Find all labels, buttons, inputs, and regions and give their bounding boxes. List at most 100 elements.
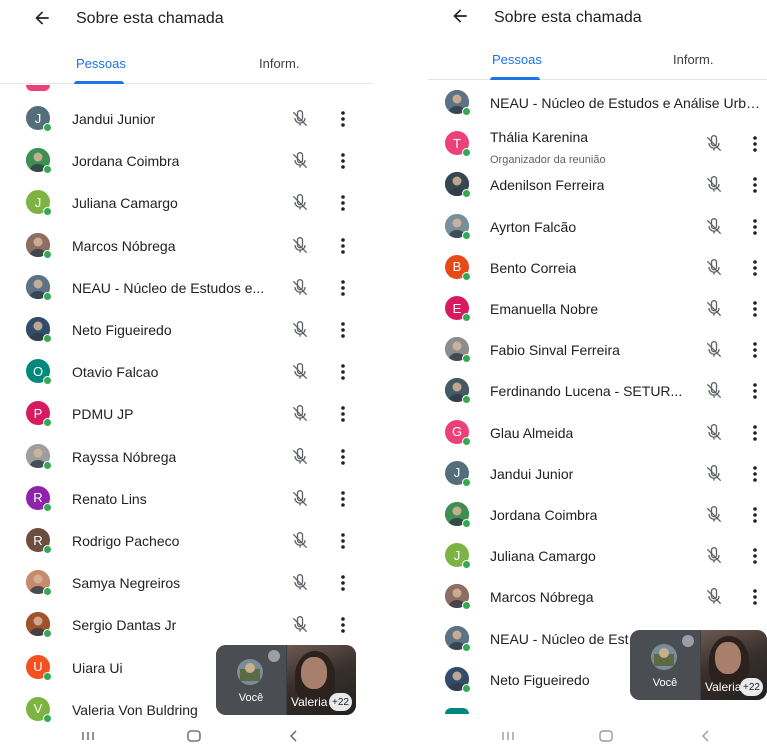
participant-name: Jordana Coimbra [490,507,598,523]
participant-row[interactable]: Marcos Nóbrega [0,227,372,268]
more-vert-icon[interactable] [749,464,761,484]
participant-row[interactable]: Neto Figueiredo [0,311,372,352]
more-vert-icon[interactable] [749,175,761,195]
more-vert-icon[interactable] [749,258,761,278]
participant-row[interactable]: R Rodrigo Pacheco [0,522,372,563]
mic-off-icon[interactable] [704,464,724,484]
avatar-initial: E [452,300,462,316]
recents-icon[interactable] [500,730,516,742]
avatar-initial: B [452,259,462,275]
mic-off-icon[interactable] [290,320,310,340]
more-vert-icon[interactable] [337,278,349,298]
participant-row[interactable]: J Jandui Junior [0,100,372,141]
more-vert-icon[interactable] [337,320,349,340]
participant-row[interactable]: O Otavio Falcao [0,353,372,394]
mic-off-icon[interactable] [704,175,724,195]
video-pip[interactable]: Você Valeria +22 [630,630,767,700]
participant-row[interactable]: Sergio Dantas Jr [0,606,372,647]
more-vert-icon[interactable] [749,587,761,607]
more-vert-icon[interactable] [337,531,349,551]
mic-off-icon[interactable] [704,340,724,360]
participant-row[interactable]: J Juliana Camargo [0,184,372,225]
participant-name: NEAU - Núcleo de Estudos e Análise Urba.… [490,95,765,111]
mic-off-icon[interactable] [704,505,724,525]
participant-row[interactable]: Jordana Coimbra [428,496,767,537]
participant-row[interactable]: G Glau Almeida [428,414,767,455]
more-vert-icon[interactable] [337,615,349,635]
mic-off-icon[interactable] [290,362,310,382]
tab-inform[interactable]: Inform. [259,56,299,71]
recents-icon[interactable] [80,730,96,742]
participant-row[interactable]: E Emanuella Nobre [428,290,767,331]
home-icon[interactable] [598,730,614,742]
mic-off-icon[interactable] [704,423,724,443]
mic-off-icon[interactable] [290,236,310,256]
mic-off-icon[interactable] [290,615,310,635]
more-vert-icon[interactable] [337,151,349,171]
back-arrow-icon[interactable] [32,8,52,28]
participant-row[interactable]: Jordana Coimbra [0,142,372,183]
more-vert-icon[interactable] [337,109,349,129]
participant-row[interactable]: J Juliana Camargo [428,537,767,578]
more-vert-icon[interactable] [749,340,761,360]
tab-inform[interactable]: Inform. [673,52,713,67]
mic-off-icon[interactable] [290,109,310,129]
back-chevron-icon[interactable] [698,730,714,742]
participant-row[interactable]: Ferdinando Lucena - SETUR... [428,372,767,413]
mic-off-icon[interactable] [704,217,724,237]
more-vert-icon[interactable] [337,362,349,382]
participant-role: Organizador da reunião [490,154,606,167]
mic-off-icon[interactable] [290,278,310,298]
home-icon[interactable] [186,730,202,742]
more-vert-icon[interactable] [337,573,349,593]
more-vert-icon[interactable] [749,134,761,154]
participant-row[interactable]: R Renato Lins [0,480,372,521]
mic-off-icon[interactable] [290,404,310,424]
avatar: O [26,359,52,386]
more-vert-icon[interactable] [337,404,349,424]
participant-name: Jordana Coimbra [72,153,180,170]
mic-off-icon[interactable] [704,258,724,278]
participant-row[interactable]: NEAU - Núcleo de Estudos e Análise Urba.… [428,84,767,125]
mic-off-icon[interactable] [704,299,724,319]
participant-row[interactable]: J Jandui Junior [428,455,767,496]
participant-row[interactable]: Marcos Nóbrega [428,578,767,619]
participant-row[interactable]: Ayrton Falcão [428,208,767,249]
mic-off-icon[interactable] [704,546,724,566]
participant-row[interactable]: Adenilson Ferreira [428,166,767,207]
tab-pessoas[interactable]: Pessoas [76,56,126,71]
mic-off-icon[interactable] [704,134,724,154]
participant-row[interactable]: Rayssa Nóbrega [0,438,372,479]
more-vert-icon[interactable] [337,236,349,256]
more-vert-icon[interactable] [337,193,349,213]
participant-name: Thália Karenina [490,129,589,146]
participant-count-badge: +22 [329,693,352,711]
participant-row[interactable]: B Bento Correia [428,249,767,290]
mic-off-icon[interactable] [290,573,310,593]
participant-row[interactable]: P PDMU JP [0,395,372,436]
video-pip[interactable]: Você Valeria +22 [216,645,356,715]
more-vert-icon[interactable] [749,381,761,401]
mic-off-icon[interactable] [290,489,310,509]
more-vert-icon[interactable] [749,546,761,566]
more-vert-icon[interactable] [337,447,349,467]
mic-off-icon[interactable] [290,193,310,213]
tab-pessoas[interactable]: Pessoas [492,52,542,67]
participant-row[interactable]: NEAU - Núcleo de Estudos e... [0,269,372,310]
participant-row[interactable]: Samya Negreiros [0,564,372,605]
mic-off-icon[interactable] [290,447,310,467]
presence-dot [43,713,52,723]
mic-off-icon[interactable] [290,531,310,551]
participant-row[interactable]: Fabio Sinval Ferreira [428,331,767,372]
more-vert-icon[interactable] [749,505,761,525]
mic-off-icon[interactable] [704,587,724,607]
more-vert-icon[interactable] [749,217,761,237]
more-vert-icon[interactable] [749,423,761,443]
mic-off-icon[interactable] [290,151,310,171]
tab-indicator [490,77,540,80]
back-arrow-icon[interactable] [450,6,470,26]
more-vert-icon[interactable] [749,299,761,319]
more-vert-icon[interactable] [337,489,349,509]
back-chevron-icon[interactable] [286,730,302,742]
mic-off-icon[interactable] [704,381,724,401]
